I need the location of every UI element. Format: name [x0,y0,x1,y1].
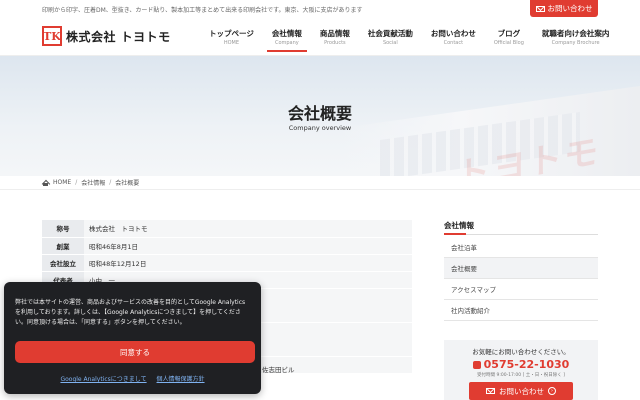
row-label: 称号 [42,220,84,238]
nav-item-company[interactable]: 会社情報 Company [263,18,311,55]
privacy-policy-link[interactable]: 個人情報保護方針 [157,376,205,383]
row-value: 昭和46年8月1日 [84,237,412,255]
site-header: TK 株式会社 トヨトモ トップページ HOME 会社情報 Company 商品… [0,18,640,56]
contact-lead: お気軽にお問い合わせください。 [472,348,570,356]
home-icon [42,180,49,186]
nav-sublabel: HOME [223,39,240,46]
breadcrumb-home[interactable]: HOME [53,179,71,186]
table-row: 称号 株式会社 トヨトモ [42,220,412,238]
breadcrumb-company[interactable]: 会社情報 [81,178,105,187]
arrow-right-icon: › [548,387,556,395]
cookie-links: Google Analyticsにつきまして 個人情報保護方針 [4,374,261,383]
sidebar-item-activities[interactable]: 社内活動紹介 [444,300,598,321]
page-subtitle: Company overview [288,124,352,132]
nav-item-blog[interactable]: ブログ Official Blog [485,18,533,55]
hero-banner: トヨトモ 会社概要 Company overview [0,56,640,176]
sidebar-item-overview[interactable]: 会社概要 [444,258,598,279]
analytics-info-link[interactable]: Google Analyticsにつきまして [60,376,146,383]
header-contact-button[interactable]: お問い合わせ [530,0,598,17]
sidebar-contact-button[interactable]: お問い合わせ › [469,382,573,400]
contact-hours: 受付時間 9:00-17:00 [ 土・日・祝日除く ] [477,373,565,378]
header-contact-label: お問い合わせ [547,4,593,13]
nav-label: ブログ [497,28,521,38]
sidebar-menu: 会社沿革 会社概要 アクセスマップ 社内活動紹介 [444,237,598,321]
nav-item-home[interactable]: トップページ HOME [200,18,263,55]
page-title: 会社概要 [287,104,352,123]
nav-sublabel: Contact [443,39,464,46]
nav-item-social[interactable]: 社会貢献活動 Social [359,18,422,55]
sidebar-divider [444,233,598,235]
nav-label: 商品情報 [319,28,350,38]
nav-sublabel: Social [382,39,398,46]
sidebar-contact-box: お気軽にお問い合わせください。 0575-22-1030 受付時間 9:00-1… [444,340,598,400]
mail-icon [486,388,495,394]
sidebar-item-history[interactable]: 会社沿革 [444,237,598,258]
phone-icon [472,360,481,369]
nav-item-brochure[interactable]: 就職者向け会社案内 Company Brochure [533,18,619,55]
sidebar-item-access[interactable]: アクセスマップ [444,279,598,300]
phone-number: 0575-22-1030 [483,358,570,371]
address-text-partial: 佐志田ビル [262,366,295,374]
cookie-message: 弊社では本サイトの運営、商品およびサービスの改善を目的としてGoogle Ana… [15,299,246,326]
nav-sublabel: Products [324,39,346,46]
logo-text: 株式会社 トヨトモ [66,29,171,44]
nav-sublabel: Company Brochure [551,39,600,46]
mail-icon [535,5,545,12]
top-strip: 印刷から印字、圧着DM、型抜き、カード貼り、製本加工等まとめて出来る印刷会社です… [0,0,640,18]
row-value: 株式会社 トヨトモ [84,220,412,238]
sidebar-title: 会社情報 [444,221,474,230]
breadcrumb-separator: / [75,179,78,186]
nav-label: 社会貢献活動 [367,28,413,38]
sidebar-contact-label: お問い合わせ [499,386,544,396]
nav-label: 就職者向け会社案内 [541,28,610,38]
cookie-consent-banner: 弊社では本サイトの運営、商品およびサービスの改善を目的としてGoogle Ana… [4,282,261,394]
logo-mark-icon: TK [42,26,62,46]
table-row: 創業 昭和46年8月1日 [42,237,412,255]
nav-label: トップページ [209,28,254,38]
nav-label: 会社情報 [271,28,302,38]
nav-item-products[interactable]: 商品情報 Products [311,18,359,55]
site-tagline: 印刷から印字、圧着DM、型抜き、カード貼り、製本加工等まとめて出来る印刷会社です… [42,7,363,14]
table-row: 会社設立 昭和48年12月12日 [42,254,412,272]
cookie-agree-button[interactable]: 同意する [15,341,255,363]
row-label: 会社設立 [42,254,84,272]
nav-sublabel: Official Blog [493,39,524,46]
site-logo[interactable]: TK 株式会社 トヨトモ [42,26,171,46]
nav-item-contact[interactable]: お問い合わせ Contact [422,18,485,55]
breadcrumb: HOME / 会社情報 / 会社概要 [0,176,640,190]
row-value: 昭和48年12月12日 [84,254,412,272]
row-label: 創業 [42,237,84,255]
nav-sublabel: Company [274,39,299,46]
main-nav: トップページ HOME 会社情報 Company 商品情報 Products 社… [200,18,618,55]
nav-label: お問い合わせ [430,28,476,38]
contact-phone[interactable]: 0575-22-1030 [444,358,598,371]
breadcrumb-separator: / [109,179,112,186]
breadcrumb-current: 会社概要 [115,180,140,187]
